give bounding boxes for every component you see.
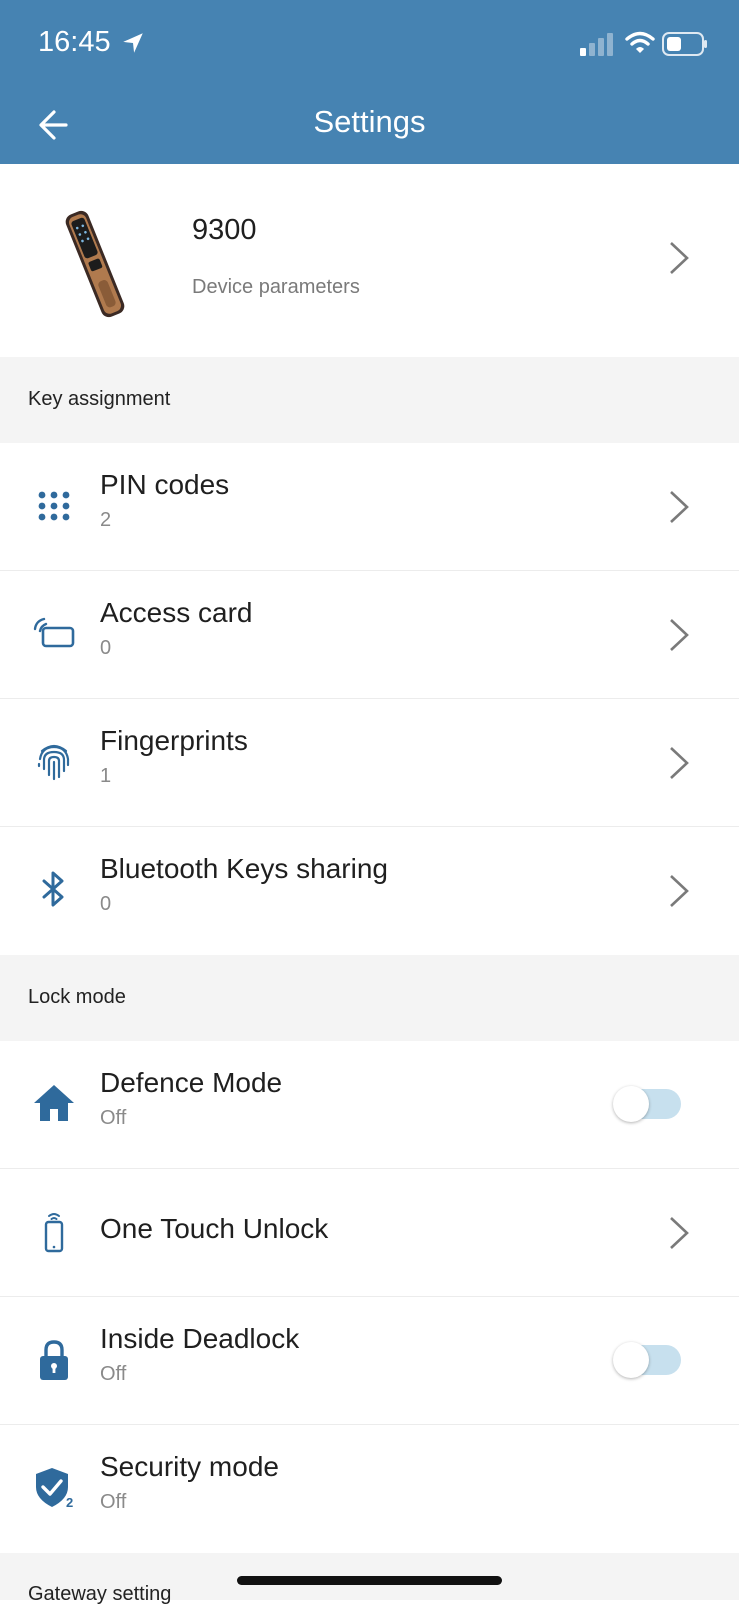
row-label: Security mode (100, 1451, 279, 1482)
svg-text:2: 2 (66, 1495, 73, 1509)
section-title: Lock mode (28, 986, 126, 1008)
row-label: Defence Mode (100, 1067, 283, 1098)
chevron-right-icon (670, 1217, 689, 1249)
keypad-icon (38, 491, 70, 521)
row-count: 1 (100, 765, 112, 787)
inside-deadlock-toggle[interactable] (613, 1342, 681, 1378)
bluetooth-keys-row[interactable]: Bluetooth Keys sharing 0 (0, 827, 739, 955)
section-header-lock-mode: Lock mode (0, 955, 739, 1041)
app-header: 16:45 Settings (0, 0, 739, 164)
access-card-icon (33, 617, 75, 648)
bluetooth-icon (42, 871, 64, 907)
pin-codes-row[interactable]: PIN codes 2 (0, 443, 739, 571)
row-status: Off (100, 1491, 127, 1513)
row-count: 0 (100, 637, 112, 659)
phone-signal-icon (44, 1213, 64, 1253)
smart-lock-image (65, 210, 125, 318)
row-label: PIN codes (100, 469, 230, 500)
defence-mode-row: Defence Mode Off (0, 1041, 739, 1169)
row-label: Inside Deadlock (100, 1323, 300, 1354)
chevron-right-icon (670, 242, 689, 274)
home-icon (34, 1085, 74, 1121)
toggle-knob (613, 1086, 649, 1122)
row-label: Bluetooth Keys sharing (100, 853, 388, 884)
row-count: 0 (100, 893, 112, 915)
security-mode-row[interactable]: 2 Security mode Off (0, 1425, 739, 1553)
section-title: Key assignment (28, 388, 171, 410)
wifi-icon (625, 31, 655, 53)
chevron-right-icon (670, 491, 689, 523)
row-label: One Touch Unlock (100, 1213, 329, 1244)
home-indicator (237, 1576, 502, 1585)
page-title: Settings (313, 104, 426, 139)
battery-icon (662, 32, 707, 56)
lock-icon (40, 1340, 68, 1380)
access-card-row[interactable]: Access card 0 (0, 571, 739, 699)
row-count: 2 (100, 509, 112, 531)
defence-mode-toggle[interactable] (613, 1086, 681, 1122)
signal-icon (580, 33, 613, 56)
shield-check-icon: 2 (36, 1468, 73, 1509)
row-status: Off (100, 1363, 127, 1385)
one-touch-unlock-row[interactable]: One Touch Unlock (0, 1169, 739, 1297)
row-status: Off (100, 1107, 127, 1129)
section-header-key-assignment: Key assignment (0, 357, 739, 443)
row-label: Access card (100, 597, 253, 628)
chevron-right-icon (670, 619, 689, 651)
device-name: 9300 (192, 214, 257, 246)
status-time: 16:45 (38, 26, 111, 58)
row-label: Fingerprints (100, 725, 248, 756)
inside-deadlock-row: Inside Deadlock Off (0, 1297, 739, 1425)
chevron-right-icon (670, 747, 689, 779)
device-subtitle: Device parameters (192, 276, 360, 298)
location-arrow-icon (123, 33, 143, 53)
chevron-right-icon (670, 875, 689, 907)
fingerprints-row[interactable]: Fingerprints 1 (0, 699, 739, 827)
section-title: Gateway setting (28, 1583, 172, 1605)
toggle-knob (613, 1342, 649, 1378)
fingerprint-icon (37, 744, 70, 781)
device-parameters-row[interactable]: 9300 Device parameters (0, 164, 739, 357)
